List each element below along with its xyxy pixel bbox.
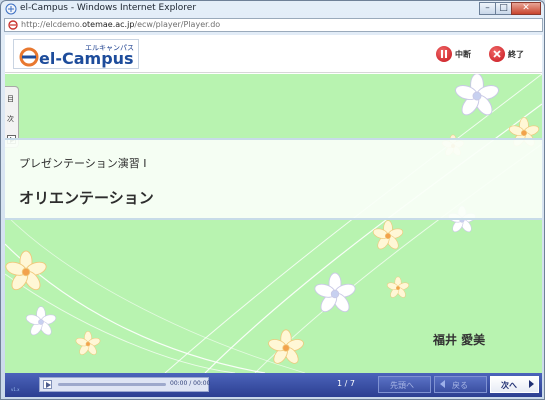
next-label: 次へ (501, 381, 517, 390)
title-bar: el-Campus - Windows Internet Explorer – … (1, 1, 544, 17)
media-controls: 00:00 / 00:00 (39, 377, 211, 392)
first-page-button[interactable]: 先頭へ (378, 376, 431, 393)
window-controls: – □ ✕ (479, 2, 541, 15)
browser-window: el-Campus - Windows Internet Explorer – … (0, 0, 545, 400)
end-label: 終了 (508, 50, 524, 59)
pause-button[interactable]: 中断 (436, 46, 476, 62)
player-header: エルキャンパス el-Campus 中断 終了 (5, 35, 542, 73)
toc-label-bottom: 次 (7, 115, 14, 123)
play-button[interactable] (43, 380, 52, 389)
close-icon: ✕ (522, 3, 530, 13)
page-indicator: 1 / 7 (337, 379, 355, 388)
lecture-title: オリエンテーション (19, 189, 154, 207)
time-display: 00:00 / 00:00 (170, 380, 211, 387)
address-bar[interactable]: http://elcdemo.otemae.ac.jp/ecw/player/P… (4, 18, 543, 32)
next-button[interactable]: 次へ (490, 376, 539, 393)
toc-label-top: 目 (7, 95, 14, 103)
title-band: プレゼンテーション演習 I オリエンテーション (5, 138, 542, 220)
el-campus-logo: エルキャンパス el-Campus (13, 39, 139, 69)
back-label: 戻る (452, 381, 468, 390)
slide-area: 目 次 プレゼンテーション演習 I オリエンテーション 福井 愛美 (5, 74, 542, 373)
pause-label: 中断 (455, 50, 471, 59)
logo-text: el-Campus (39, 49, 134, 68)
end-button[interactable]: 終了 (489, 46, 529, 62)
maximize-icon: □ (499, 3, 508, 13)
close-button[interactable]: ✕ (511, 2, 541, 15)
next-arrow-icon (529, 380, 534, 388)
version-label: v1.x (11, 387, 20, 392)
course-title: プレゼンテーション演習 I (19, 157, 147, 170)
minimize-button[interactable]: – (479, 2, 496, 15)
back-button[interactable]: 戻る (434, 376, 487, 393)
slide-decoration (5, 74, 542, 373)
presenter-name: 福井 愛美 (433, 333, 486, 347)
minimize-icon: – (485, 3, 490, 13)
close-x-icon (489, 46, 505, 62)
pause-icon (436, 46, 452, 62)
player-footer: v1.x 00:00 / 00:00 1 / 7 先頭へ 戻る 次へ (5, 373, 542, 397)
address-url: http://elcdemo.otemae.ac.jp/ecw/player/P… (21, 20, 221, 29)
logo-mark-icon (19, 47, 39, 67)
page-icon (8, 20, 18, 30)
first-page-label: 先頭へ (390, 381, 414, 390)
browser-icon (5, 3, 17, 15)
window-title: el-Campus - Windows Internet Explorer (20, 3, 197, 13)
back-arrow-icon (440, 380, 445, 388)
seek-bar[interactable] (58, 383, 166, 386)
player-content: エルキャンパス el-Campus 中断 終了 目 次 プレゼンテーション演習 … (5, 35, 542, 397)
maximize-button[interactable]: □ (495, 2, 512, 15)
